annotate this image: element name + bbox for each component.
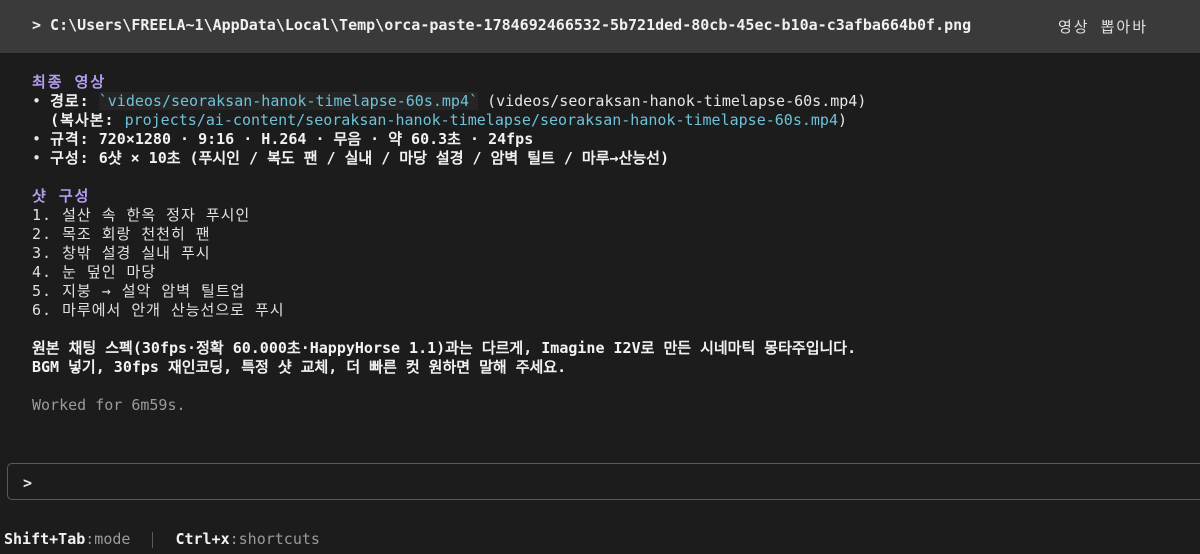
- list-item: 3. 창밖 설경 실내 푸시: [32, 244, 211, 262]
- spec-line: • 규격: 720×1280 · 9:16 · H.264 · 무음 · 약 6…: [32, 130, 866, 149]
- shortcuts-desc: :shortcuts: [229, 530, 320, 548]
- video-path-plain: (videos/seoraksan-hanok-timelapse-60s.mp…: [487, 92, 867, 110]
- composition-label: 구성:: [50, 149, 90, 167]
- copy-close: ): [838, 111, 848, 129]
- note-line-2: BGM 넣기, 30fps 재인코딩, 특정 샷 교체, 더 빠른 컷 원하면 …: [32, 358, 567, 376]
- composition-value: 6샷 × 10초 (푸시인 / 복도 팬 / 실내 / 마당 설경 / 암벽 틸…: [98, 149, 669, 167]
- command-text: > C:\Users\FREELA~1\AppData\Local\Temp\o…: [32, 16, 972, 34]
- mode-shortcut-desc: :mode: [85, 530, 131, 548]
- prompt-input[interactable]: >: [7, 463, 1200, 500]
- status-divider: [152, 531, 154, 548]
- terminal-output: 최종 영상 • 경로: `videos/seoraksan-hanok-time…: [32, 73, 866, 415]
- bullet: •: [32, 92, 51, 110]
- command-bar: > C:\Users\FREELA~1\AppData\Local\Temp\o…: [0, 0, 1200, 53]
- list-item: 6. 마루에서 안개 산능선으로 푸시: [32, 301, 285, 319]
- copy-line: (복사본: projects/ai-content/seoraksan-hano…: [32, 111, 866, 130]
- path-line: • 경로: `videos/seoraksan-hanok-timelapse-…: [32, 92, 866, 111]
- status-bar: Shift+Tab:mode Ctrl+x:shortcuts: [4, 530, 320, 548]
- note-line-1: 원본 채팅 스펙(30fps·정확 60.000초·HappyHorse 1.1…: [32, 339, 857, 357]
- video-path-link[interactable]: `videos/seoraksan-hanok-timelapse-60s.mp…: [98, 92, 479, 110]
- list-item: 5. 지붕 → 설악 암벽 틸트업: [32, 282, 246, 300]
- list-item: 4. 눈 덮인 마당: [32, 263, 157, 281]
- path-label: 경로:: [50, 92, 90, 110]
- shots-heading: 샷 구성: [32, 187, 91, 205]
- shortcuts-key: Ctrl+x: [175, 530, 230, 548]
- copy-label: (복사본:: [50, 111, 125, 129]
- worked-for-text: Worked for 6m59s.: [32, 396, 186, 414]
- copy-path-link[interactable]: projects/ai-content/seoraksan-hanok-time…: [125, 111, 838, 129]
- bullet: •: [32, 149, 51, 167]
- list-item: 2. 목조 회랑 천천히 팬: [32, 225, 211, 243]
- prompt-caret: >: [23, 474, 33, 492]
- bullet: •: [32, 130, 51, 148]
- spec-value: 720×1280 · 9:16 · H.264 · 무음 · 약 60.3초 ·…: [98, 130, 534, 148]
- composition-line: • 구성: 6샷 × 10초 (푸시인 / 복도 팬 / 실내 / 마당 설경 …: [32, 149, 866, 168]
- spec-label: 규격:: [50, 130, 90, 148]
- mode-shortcut-key: Shift+Tab: [4, 530, 86, 548]
- final-video-heading: 최종 영상: [32, 73, 107, 91]
- window-title: 영상 뽑아바: [1058, 18, 1149, 36]
- list-item: 1. 설산 속 한옥 정자 푸시인: [32, 206, 251, 224]
